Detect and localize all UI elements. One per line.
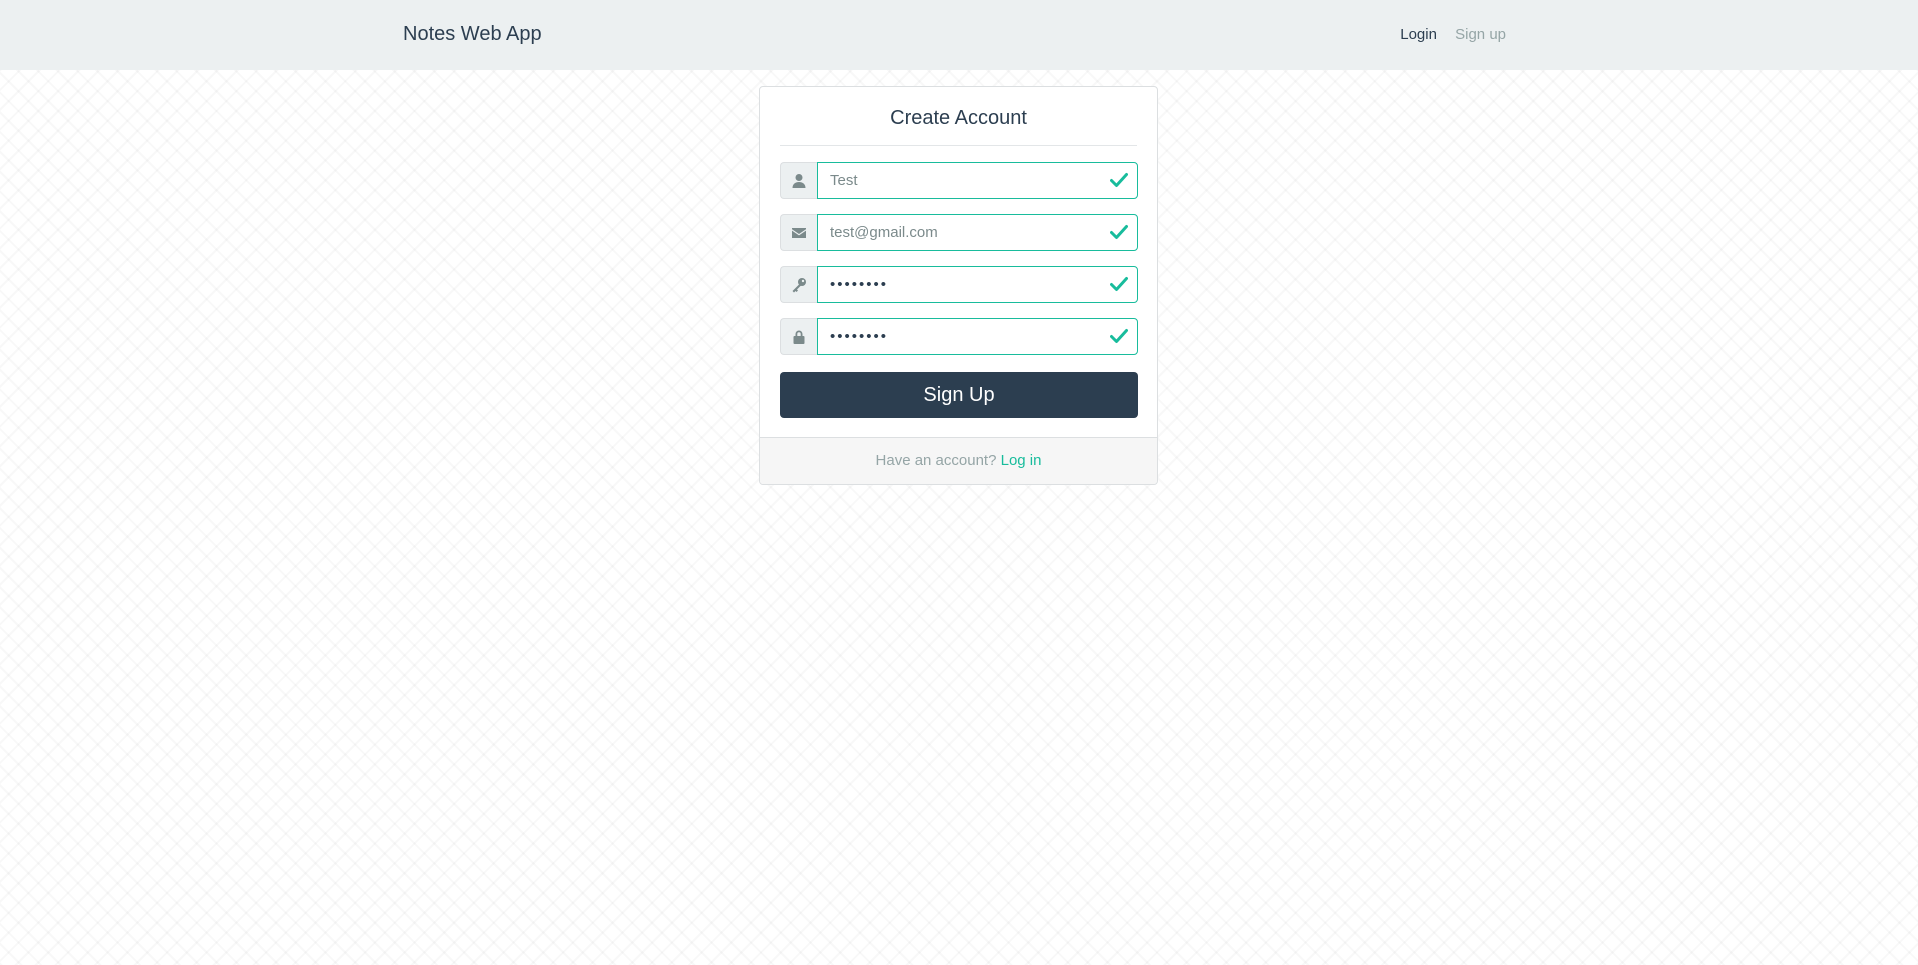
username-input[interactable] [817, 162, 1138, 199]
brand-logo[interactable]: Notes Web App [403, 23, 542, 46]
nav-signup-link[interactable]: Sign up [1455, 26, 1506, 43]
check-icon [1110, 328, 1128, 344]
user-icon [780, 162, 817, 199]
navbar: Notes Web App Login Sign up [0, 0, 1918, 70]
lock-icon [780, 318, 817, 355]
password-input[interactable] [817, 266, 1138, 303]
password-field-group [780, 266, 1138, 303]
footer-text: Have an account? [875, 452, 997, 469]
check-icon [1110, 276, 1128, 292]
card-title: Create Account [780, 107, 1137, 146]
email-field-group [780, 214, 1138, 251]
username-field-group [780, 162, 1138, 199]
card-footer: Have an account? Log in [760, 437, 1157, 484]
check-icon [1110, 224, 1128, 240]
check-icon [1110, 172, 1128, 188]
confirm-password-input[interactable] [817, 318, 1138, 355]
nav-login-link[interactable]: Login [1400, 26, 1437, 43]
signup-card: Create Account Test test@gmail.com •••••… [759, 86, 1158, 485]
login-link[interactable]: Log in [1001, 452, 1042, 469]
key-icon [780, 266, 817, 303]
email-input[interactable] [817, 214, 1138, 251]
envelope-icon [780, 214, 817, 251]
nav-links: Login Sign up [1386, 26, 1506, 43]
confirm-password-field-group [780, 318, 1138, 355]
signup-button[interactable]: Sign Up [780, 372, 1138, 418]
